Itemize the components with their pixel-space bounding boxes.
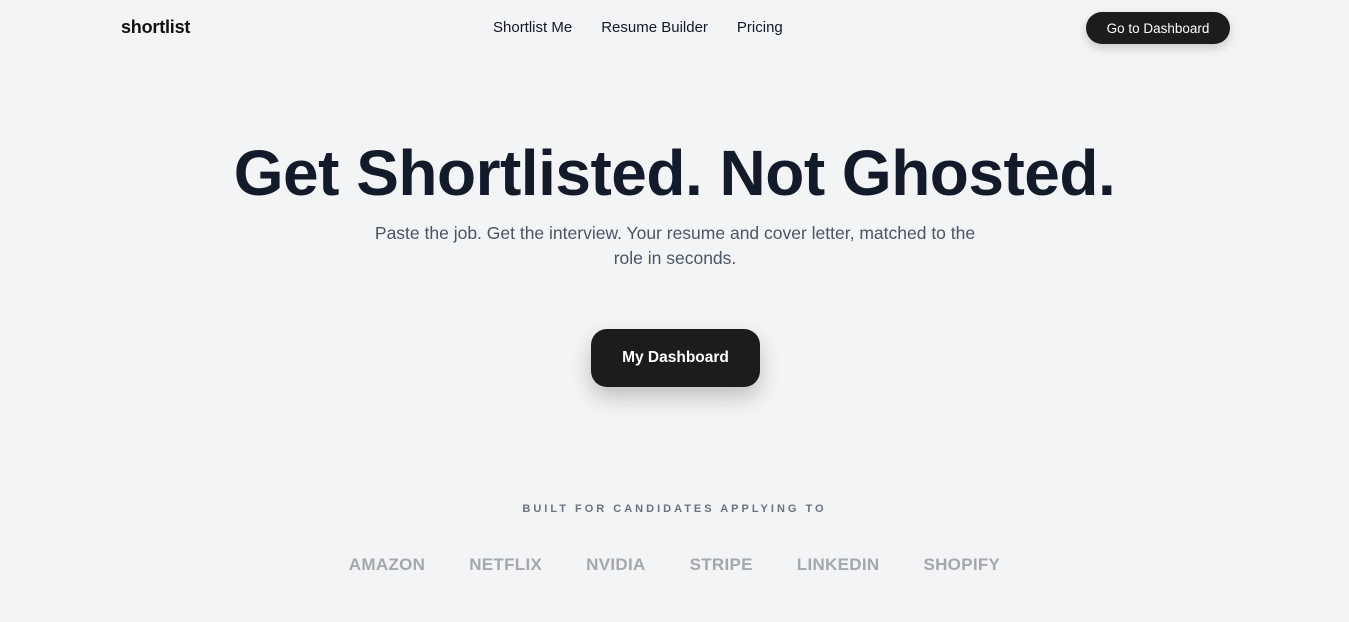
go-to-dashboard-button[interactable]: Go to Dashboard [1086,12,1230,44]
built-for-label: BUILT FOR CANDIDATES APPLYING TO [522,503,827,515]
company-logo-stripe: STRIPE [689,555,753,574]
company-logo-shopify: SHOPIFY [923,555,1001,574]
company-logo-netflix: NETFLIX [469,555,543,574]
brand-logo[interactable]: shortlist [121,17,190,38]
company-logos: AMAZON NETFLIX NVIDIA STRIPE LINKEDIN SH… [0,555,1349,575]
my-dashboard-button[interactable]: My Dashboard [591,329,760,387]
nav-link-resume-builder[interactable]: Resume Builder [601,18,708,38]
nav-link-pricing[interactable]: Pricing [737,18,783,38]
company-logo-linkedin: LINKEDIN [796,555,880,574]
company-logo-nvidia: NVIDIA [586,555,646,574]
nav-link-shortlist-me[interactable]: Shortlist Me [493,18,572,38]
hero-title: Get Shortlisted. Not Ghosted. [233,137,1116,209]
hero-subtitle: Paste the job. Get the interview. Your r… [374,223,976,268]
landing-page: shortlist Shortlist Me Resume Builder Pr… [0,0,1349,622]
main-nav: Shortlist Me Resume Builder Pricing [493,18,783,38]
company-logo-amazon: AMAZON [348,555,426,574]
